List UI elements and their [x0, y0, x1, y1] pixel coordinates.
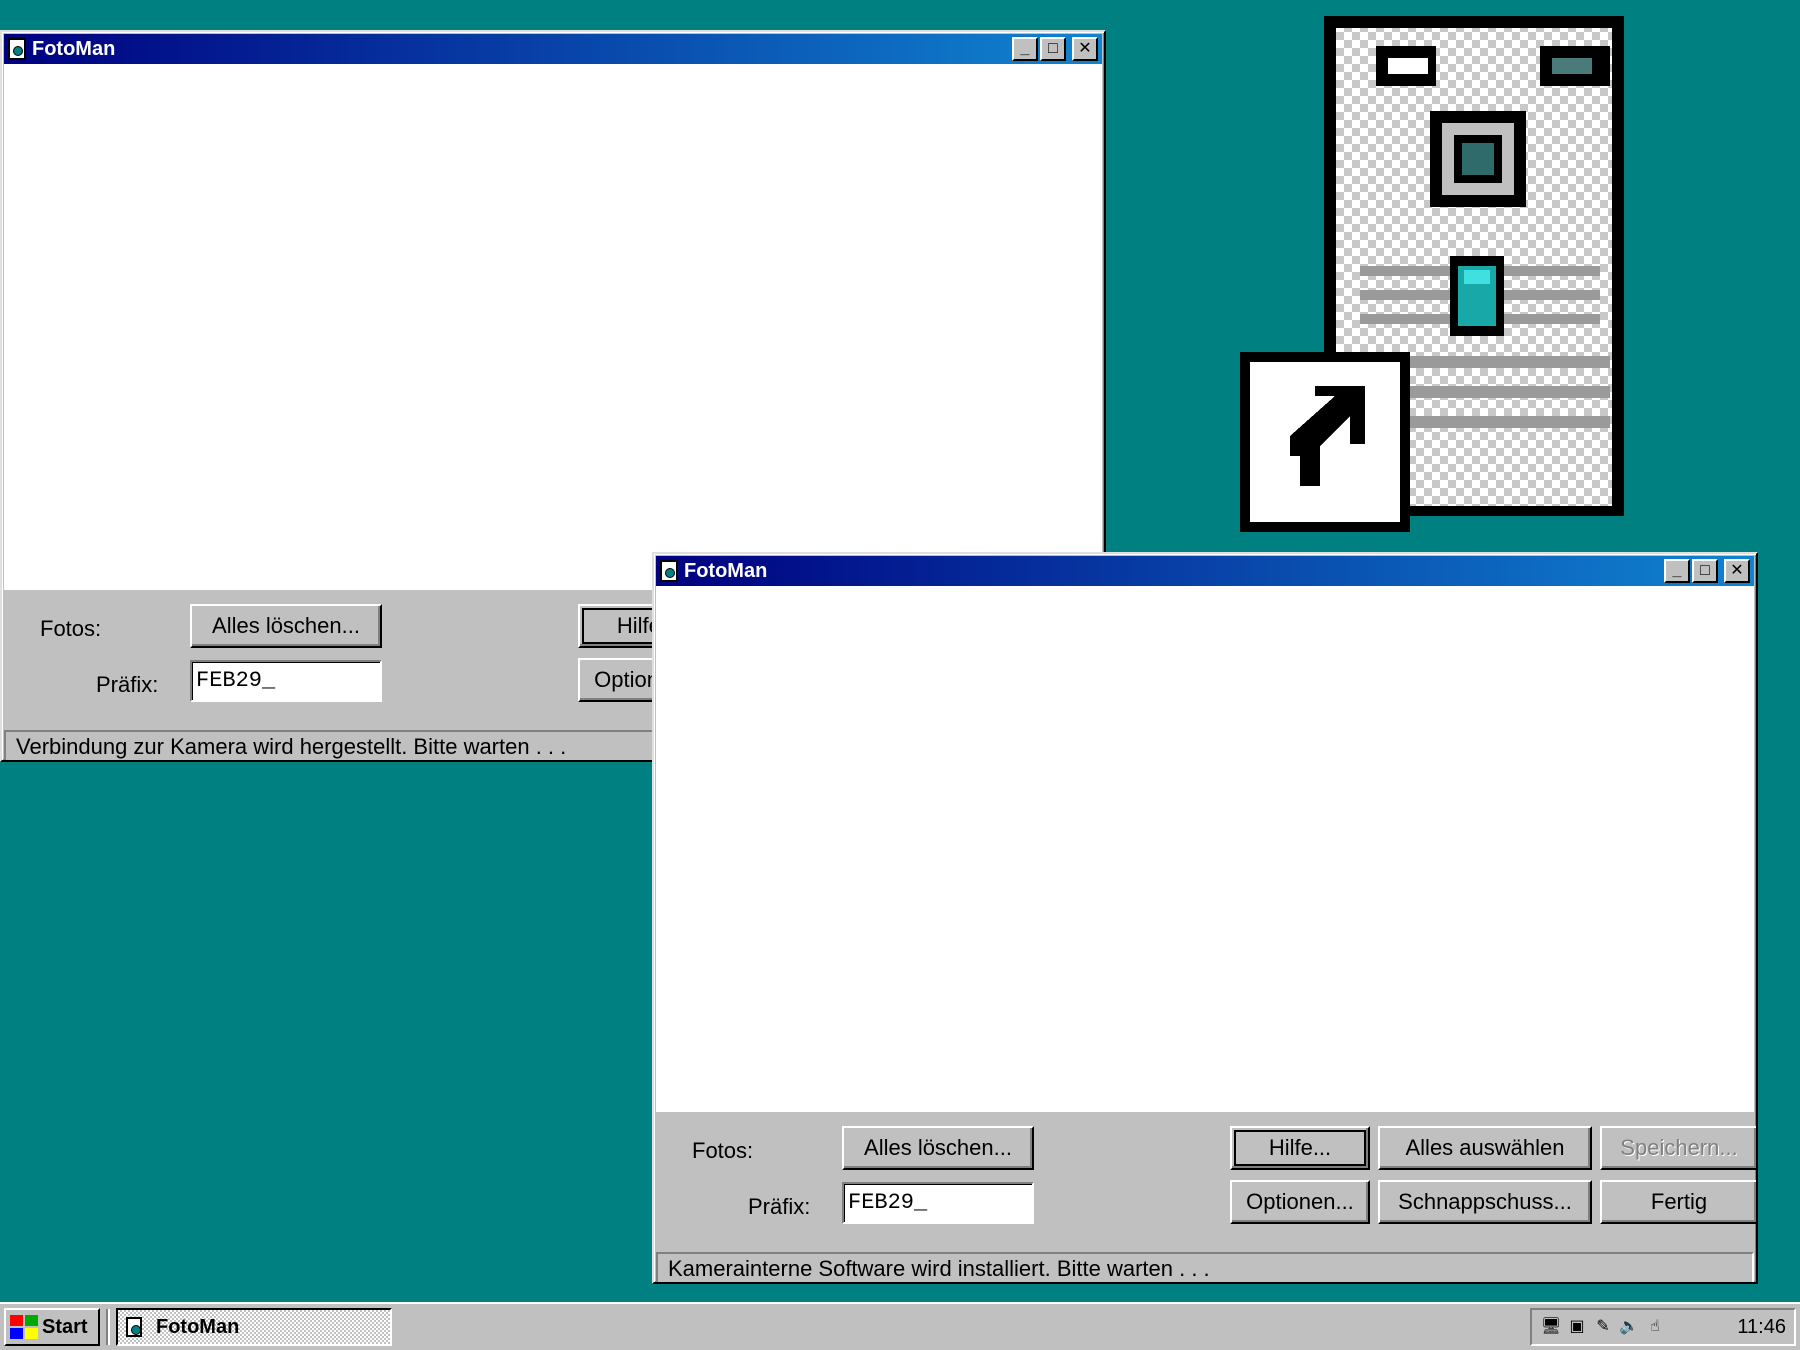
film-frame-row [656, 760, 1754, 892]
help-button[interactable]: Hilfe... [1230, 1126, 1370, 1170]
controls-panel: Fotos: Alles löschen... Hilfe... Alles a… [656, 1112, 1756, 1252]
start-label: Start [42, 1315, 88, 1338]
film-strip [4, 64, 1102, 590]
speaker-icon[interactable]: 🔈 [1618, 1316, 1640, 1338]
prefix-input[interactable]: FEB29_ [842, 1182, 1034, 1224]
windows-logo-icon [10, 1315, 38, 1339]
titlebar[interactable]: FotoMan _ □ ✕ [4, 34, 1102, 64]
save-button[interactable]: Speichern... [1600, 1126, 1756, 1170]
done-button[interactable]: Fertig [1600, 1180, 1756, 1224]
minimize-button[interactable]: _ [1012, 37, 1038, 61]
fotoman-window-front: FotoMan _ □ ✕ Fotos: Alles löschen... Hi… [652, 552, 1758, 1284]
film-frame-row [656, 586, 1754, 718]
window-title: FotoMan [32, 37, 116, 60]
select-all-button[interactable]: Alles auswählen [1378, 1126, 1592, 1170]
film-strip [656, 586, 1754, 1112]
minimize-button[interactable]: _ [1664, 559, 1690, 583]
pen-icon[interactable]: ✎ [1592, 1316, 1614, 1338]
maximize-button[interactable]: □ [1692, 559, 1718, 583]
prefix-label: Präfix: [96, 672, 159, 697]
fotoman-camera-shortcut-icon[interactable] [1240, 16, 1680, 532]
close-button[interactable]: ✕ [1072, 37, 1098, 61]
hand-icon[interactable]: ☝ [1644, 1316, 1666, 1338]
film-frame-row [4, 412, 1102, 544]
start-button[interactable]: Start [4, 1308, 100, 1346]
film-frame-row [4, 64, 1102, 196]
clear-all-button[interactable]: Alles löschen... [842, 1126, 1034, 1170]
fotos-label: Fotos: [692, 1138, 754, 1163]
film-frame-row [656, 934, 1754, 1066]
network-icon[interactable]: ▣ [1566, 1316, 1588, 1338]
snapshot-button[interactable]: Schnappschuss... [1378, 1180, 1592, 1224]
clear-all-button[interactable]: Alles löschen... [190, 604, 382, 648]
options-button[interactable]: Optionen... [1230, 1180, 1370, 1224]
status-bar: Kamerainterne Software wird installiert.… [656, 1252, 1754, 1282]
fotoman-app-icon [126, 1317, 142, 1337]
taskbar-item-fotoman[interactable]: FotoMan [116, 1308, 392, 1346]
close-button[interactable]: ✕ [1724, 559, 1750, 583]
system-tray: 🖥 ▣ ✎ 🔈 ☝ 11:46 [1530, 1308, 1796, 1346]
maximize-button[interactable]: □ [1040, 37, 1066, 61]
taskbar: Start FotoMan 🖥 ▣ ✎ 🔈 ☝ 11:46 [0, 1302, 1800, 1350]
fotoman-app-icon[interactable] [660, 560, 678, 582]
prefix-label: Präfix: [748, 1194, 811, 1219]
fotos-label: Fotos: [40, 616, 102, 641]
taskbar-separator [106, 1309, 110, 1345]
prefix-input[interactable]: FEB29_ [190, 660, 382, 702]
fotoman-app-icon[interactable] [8, 38, 26, 60]
titlebar[interactable]: FotoMan _ □ ✕ [656, 556, 1754, 586]
clock[interactable]: 11:46 [1737, 1316, 1786, 1339]
monitor-icon[interactable]: 🖥 [1540, 1316, 1562, 1338]
film-frame-row [4, 238, 1102, 370]
window-title: FotoMan [684, 559, 768, 582]
taskbar-item-label: FotoMan [156, 1315, 240, 1338]
